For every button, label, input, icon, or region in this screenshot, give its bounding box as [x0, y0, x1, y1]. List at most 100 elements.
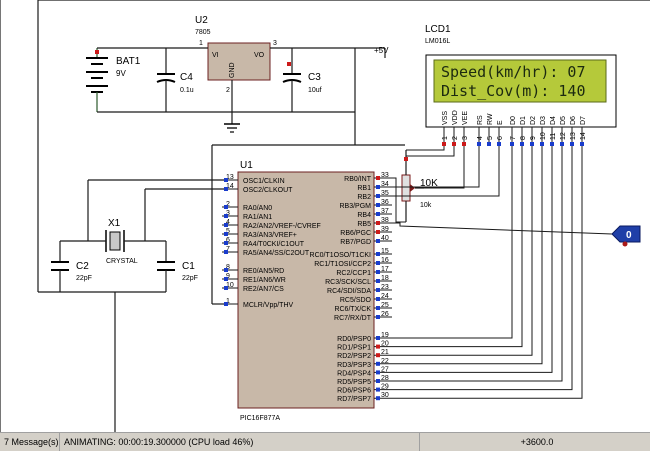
mcu-right-pin-number: 30 [381, 392, 389, 399]
mcu-right-pin-number: 33 [381, 172, 389, 179]
mcu-right-pin-name: RC3/SCK/SCL [325, 279, 371, 286]
mcu-right-pin-number: 22 [381, 358, 389, 365]
mcu-right-pin-number: 17 [381, 266, 389, 273]
mcu-right-pin-state [376, 194, 380, 198]
mcu-right-pin-name: RD0/PSP0 [337, 336, 371, 343]
message-count[interactable]: 7 Message(s) [0, 433, 60, 451]
mcu-right-pin-state [376, 396, 380, 401]
potentiometer-10k[interactable]: 10K 10k [401, 150, 438, 222]
capacitor-c2[interactable]: C2 22pF [51, 261, 92, 282]
net-wire [392, 146, 563, 382]
mcu-left-pin-state [224, 214, 228, 218]
mcu-part: PIC16F877A [240, 415, 280, 422]
lcd-pin-name: VSS [442, 111, 449, 125]
lcd-pin-state [462, 142, 466, 146]
net-wire [406, 146, 445, 151]
lcd-pin-state [550, 142, 554, 146]
c3-value: 10uf [308, 87, 322, 94]
capacitor-c3[interactable]: C3 10uf [282, 48, 322, 112]
lcd-module[interactable]: LCD1 LM016L Speed(km/hr): 07 Dist_Cov(m)… [425, 24, 617, 146]
lcd-pin-state [487, 142, 491, 146]
lcd-pin-name: D3 [540, 116, 547, 125]
mcu-right-pin-number: 38 [381, 217, 389, 224]
mcu-right-pin-number: 34 [381, 181, 389, 188]
mcu-right-pin-state [376, 344, 380, 349]
net-wire [392, 222, 613, 235]
mcu-right-pin-state [376, 230, 380, 234]
coordinate-readout: +3600.0 [520, 437, 554, 447]
battery-ref: BAT1 [116, 56, 141, 67]
regulator-pin2: 2 [226, 87, 230, 94]
mcu-right-pin-state [376, 387, 380, 392]
mcu-right-pin-number: 35 [381, 190, 389, 197]
lcd-line1: Speed(km/hr): 07 [441, 63, 586, 81]
mcu-right-pin-name: RC6/TX/CK [334, 306, 371, 313]
mcu-left-pin-state [224, 277, 228, 281]
mcu-left-pin-state [224, 241, 228, 245]
lcd-pin-name: D0 [510, 116, 517, 125]
mcu-right-pin-number: 39 [381, 226, 389, 233]
lcd-pin-number: 8 [520, 136, 527, 140]
lcd-pin-number: 10 [540, 132, 547, 140]
regulator-u2[interactable]: U2 7805 VI VO GND 1 3 2 [195, 15, 277, 94]
lcd-pin-state [452, 142, 456, 146]
lcd-model: LM016L [425, 38, 450, 45]
lcd-pin-state [477, 142, 481, 146]
mcu-left-pin-name: OSC1/CLKIN [243, 178, 285, 185]
crystal-value: CRYSTAL [106, 258, 138, 265]
net-wire [392, 146, 573, 391]
net-wire [392, 146, 543, 365]
lcd-pin-name: VDD [452, 110, 459, 125]
mcu-right-pin-state [376, 279, 380, 283]
lcd-pin-number: 9 [530, 136, 537, 140]
mcu-left-pin-name: RA1/AN1 [243, 214, 272, 221]
mcu-right-pin-state [376, 370, 380, 375]
mcu-right-pin-state [376, 212, 380, 216]
lcd-pin-number: 1 [442, 136, 449, 140]
mcu-left-pin-state [224, 223, 228, 227]
probe-tip [622, 241, 628, 247]
lcd-pin-name: VEE [462, 111, 469, 125]
mcu-right-pin-number: 25 [381, 302, 389, 309]
mcu-right-pin-number: 27 [381, 366, 389, 373]
battery-bat1[interactable]: BAT1 9V [86, 48, 141, 112]
lcd-pin-state [580, 142, 584, 146]
mcu-right-pin-name: RB4 [357, 212, 371, 219]
lcd-pin-number: 4 [477, 136, 484, 140]
pot-pin-marker [404, 157, 408, 161]
mcu-u1[interactable]: U1 PIC16F877A 13OSC1/CLKIN14OSC2/CLKOUT2… [222, 160, 392, 422]
mcu-left-pin-name: RA5/AN4/SS/C2OUT [243, 250, 310, 257]
capacitor-c1[interactable]: C1 22pF [157, 261, 198, 282]
lcd-pin-name: D6 [570, 116, 577, 125]
lcd-pin-name: D4 [550, 116, 557, 125]
lcd-pin-state [540, 142, 544, 146]
mcu-right-pin-number: 20 [381, 341, 389, 348]
schematic-canvas[interactable]: BAT1 9V U2 7805 VI VO GND 1 3 2 C4 0.1u [0, 0, 650, 432]
mcu-left-pin-name: MCLR/Vpp/THV [243, 302, 294, 309]
regulator-pin-vi: VI [212, 52, 219, 59]
mcu-right-pin-state [376, 176, 380, 180]
lcd-line2: Dist_Cov(m): 140 [441, 82, 586, 100]
mcu-right-pin-state [376, 353, 380, 358]
lcd-pin-name: RW [487, 113, 494, 125]
lcd-pin-state [560, 142, 564, 146]
net-wire [406, 146, 455, 157]
mcu-left-pin-state [224, 302, 228, 306]
lcd-pin-state [497, 142, 501, 146]
mcu-right-pin-number: 37 [381, 208, 389, 215]
lcd-pin-name: D5 [560, 116, 567, 125]
c2-ref: C2 [76, 261, 89, 272]
mcu-right-pin-number: 24 [381, 293, 389, 300]
regulator-ref: U2 [195, 15, 208, 26]
mcu-left-pin-name: RA4/T0CKI/C1OUT [243, 241, 305, 248]
mcu-left-pin-state [224, 286, 228, 290]
capacitor-c4[interactable]: C4 0.1u [156, 48, 194, 112]
lcd-pin-name: D2 [530, 116, 537, 125]
mcu-left-pin-state [224, 187, 228, 191]
logic-probe[interactable]: 0 [611, 225, 641, 247]
lcd-pin-number: 14 [580, 132, 587, 140]
mcu-right-pin-name: RB6/PGC [340, 230, 371, 237]
c1-ref: C1 [182, 261, 195, 272]
mcu-right-pin-name: RB3/PGM [339, 203, 371, 210]
mcu-right-pin-name: RD7/PSP7 [337, 396, 371, 403]
